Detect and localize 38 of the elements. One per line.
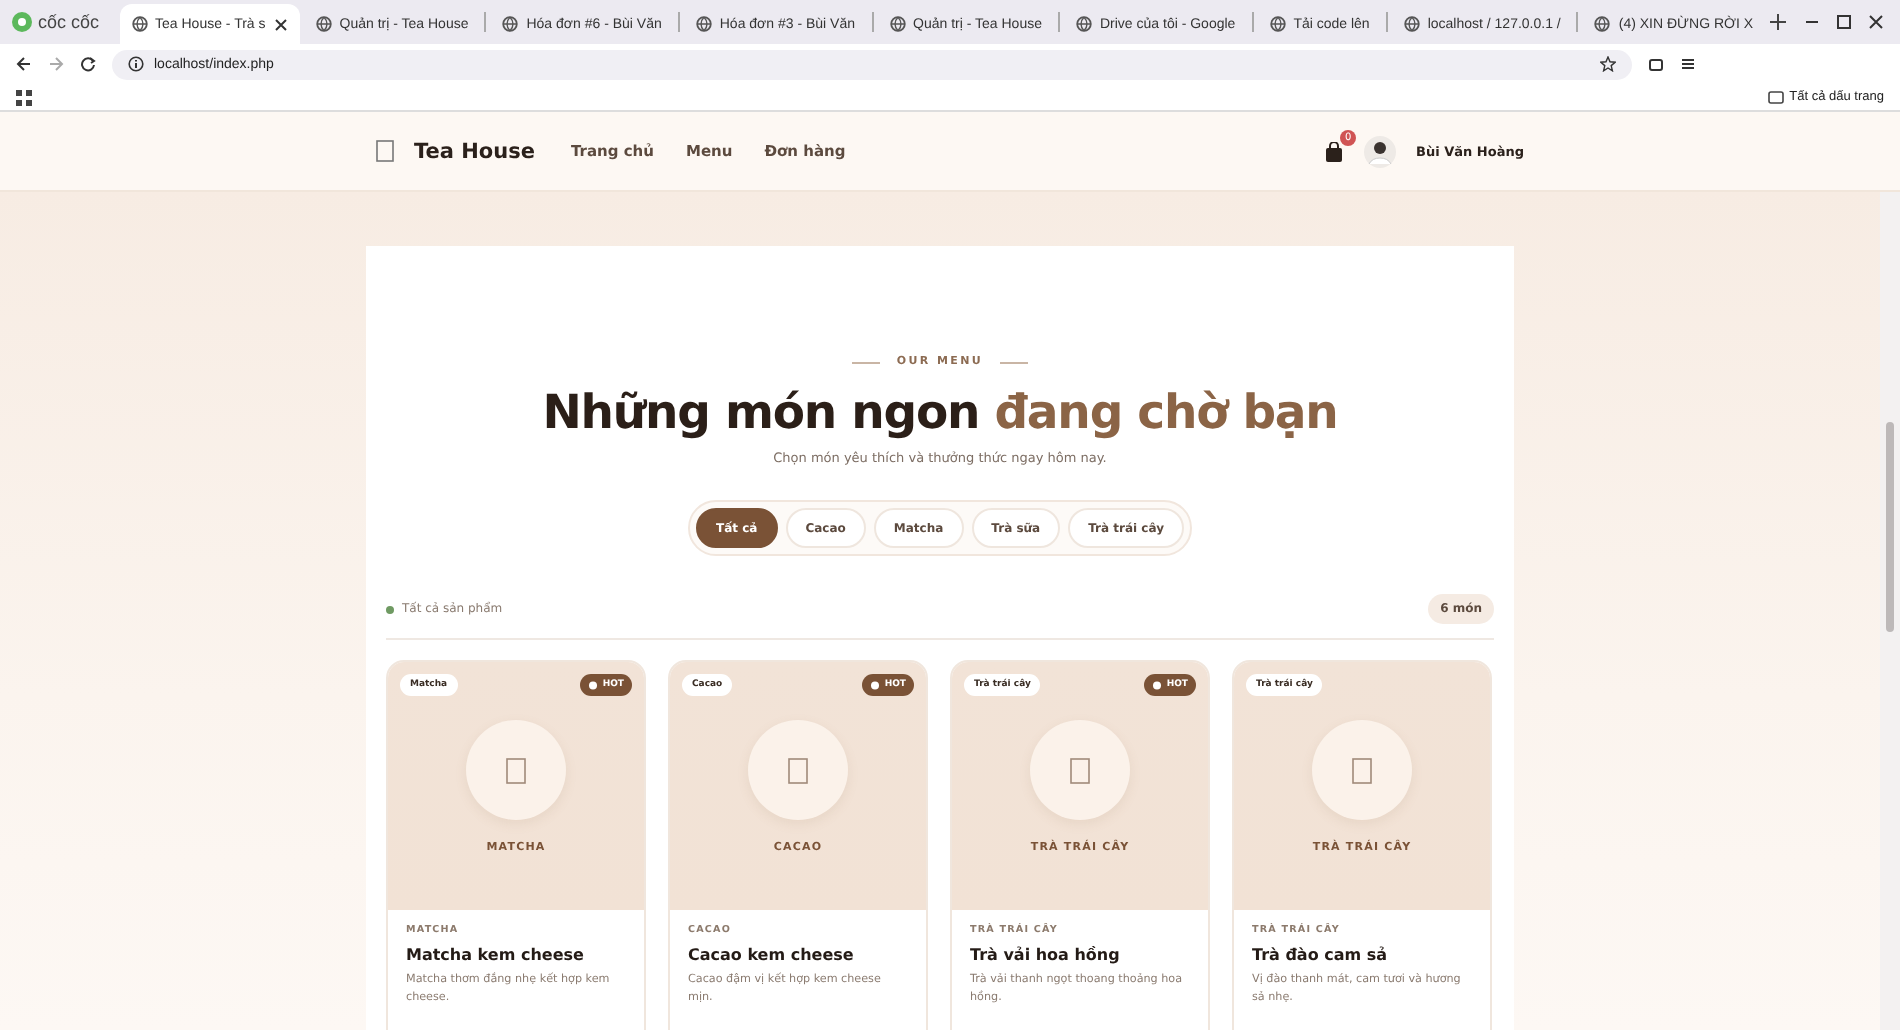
placeholder-icon xyxy=(1352,757,1372,783)
placeholder-icon xyxy=(506,757,526,783)
globe-icon xyxy=(1403,16,1420,32)
product-name[interactable]: Trà vải hoa hồng xyxy=(970,946,1190,964)
scrollbar[interactable] xyxy=(1880,192,1900,1030)
product-name[interactable]: Cacao kem cheese xyxy=(688,946,908,964)
section-title: Những món ngon đang chờ bạn xyxy=(540,384,1340,440)
placeholder-icon xyxy=(1070,757,1090,783)
globe-icon xyxy=(889,16,906,32)
new-tab-icon[interactable] xyxy=(1769,14,1786,30)
folder-icon xyxy=(1767,90,1784,104)
maximize-icon[interactable] xyxy=(1836,14,1852,30)
globe-icon xyxy=(1075,16,1092,32)
globe-icon xyxy=(695,16,712,32)
reload-icon[interactable] xyxy=(80,56,96,72)
star-icon[interactable] xyxy=(1600,56,1616,72)
product-name[interactable]: Matcha kem cheese xyxy=(406,946,626,964)
close-icon[interactable] xyxy=(273,17,288,31)
close-icon[interactable] xyxy=(1868,14,1884,30)
site-logo[interactable]: Tea House xyxy=(414,139,535,163)
apps-icon[interactable] xyxy=(16,89,32,105)
back-icon[interactable] xyxy=(16,56,32,72)
placeholder-icon xyxy=(788,757,808,783)
status-dot xyxy=(386,605,394,613)
logo-icon xyxy=(376,140,394,162)
browser-logo-icon xyxy=(12,12,32,32)
info-icon xyxy=(128,56,144,72)
globe-icon xyxy=(1594,16,1611,32)
globe-icon xyxy=(1269,16,1286,32)
globe-icon xyxy=(131,16,148,32)
extensions-icon[interactable] xyxy=(1648,56,1664,72)
shopping-bag-icon[interactable] xyxy=(1324,141,1345,161)
globe-icon xyxy=(315,16,332,32)
menu-icon[interactable] xyxy=(1680,56,1696,72)
product-name[interactable]: Trà đào cam sả xyxy=(1252,946,1472,964)
browser-name: cốc cốc xyxy=(38,12,100,32)
avatar-icon[interactable] xyxy=(1364,135,1397,167)
globe-icon xyxy=(502,16,519,32)
